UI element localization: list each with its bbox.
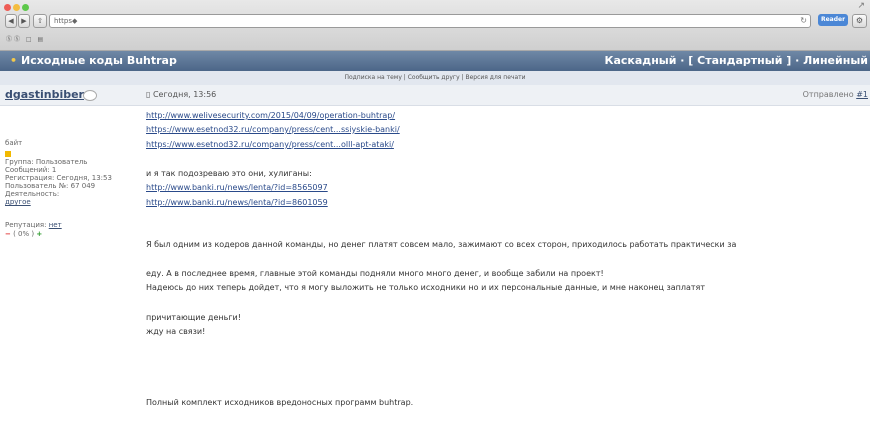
address-text: https◆ bbox=[54, 17, 78, 25]
reputation-label: Репутация: bbox=[5, 221, 49, 229]
topic-header: • Исходные коды Buhtrap Каскадный · [ Ста… bbox=[0, 51, 870, 71]
post-link[interactable]: http://www.banki.ru/news/lenta/?id=86010… bbox=[146, 198, 328, 207]
post-text: Полный комплект исходников вредоносных п… bbox=[146, 398, 414, 407]
post-text: Я был одним из кодеров данной команды, н… bbox=[146, 240, 737, 249]
activity-label: Деятельность: bbox=[5, 190, 60, 198]
user-messages: Сообщений: 1 bbox=[5, 166, 57, 174]
zoom-window-icon[interactable] bbox=[22, 4, 29, 11]
post-text: и я так подозреваю это они, хулиганы: bbox=[146, 169, 312, 178]
post-body: http://www.welivesecurity.com/2015/04/09… bbox=[146, 106, 866, 432]
close-window-icon[interactable] bbox=[4, 4, 11, 11]
post-text: Надеюсь до них теперь дойдет, что я могу… bbox=[146, 283, 706, 292]
post-sent-label: Отправлено #1 bbox=[803, 85, 868, 105]
post-text: причитающие деньги! bbox=[146, 313, 241, 322]
reputation: Репутация: нет − ( 0% ) + bbox=[5, 221, 62, 239]
back-button[interactable]: ◀ bbox=[5, 14, 17, 28]
share-button[interactable]: ⇧ bbox=[33, 14, 47, 28]
topic-bullet-icon: • bbox=[10, 54, 18, 67]
post-link[interactable]: http://www.banki.ru/news/lenta/?id=85650… bbox=[146, 183, 328, 192]
post-date-text: Сегодня, 13:56 bbox=[152, 90, 217, 99]
post-author-bar: dgastinbiber ▯ Сегодня, 13:56 Отправлено… bbox=[0, 85, 870, 106]
chat-bubble-icon[interactable] bbox=[83, 90, 97, 101]
reload-icon[interactable]: ↻ bbox=[800, 15, 807, 27]
sent-label-text: Отправлено bbox=[802, 90, 857, 99]
bookmarks-bar[interactable]: ⓈⓈ □ ▤ bbox=[6, 34, 45, 43]
post-number-link[interactable]: #1 bbox=[856, 90, 868, 99]
topic-title-text: Исходные коды Buhtrap bbox=[21, 54, 177, 67]
author-name-link[interactable]: dgastinbiber bbox=[5, 85, 84, 105]
user-activity: Деятельность: другое bbox=[5, 190, 112, 206]
resize-icon[interactable]: ↗ bbox=[857, 2, 865, 11]
user-stats: Группа: Пользователь Сообщений: 1 Регист… bbox=[5, 158, 112, 206]
author-sidebar: байт Группа: Пользователь Сообщений: 1 Р… bbox=[0, 106, 138, 432]
post-link[interactable]: https://www.esetnod32.ru/company/press/c… bbox=[146, 140, 394, 149]
reputation-plus-button[interactable]: + bbox=[36, 230, 42, 238]
post-link[interactable]: http://www.welivesecurity.com/2015/04/09… bbox=[146, 111, 395, 120]
post-link[interactable]: https://www.esetnod32.ru/company/press/c… bbox=[146, 125, 400, 134]
activity-link[interactable]: другое bbox=[5, 198, 31, 206]
reputation-link[interactable]: нет bbox=[49, 221, 62, 229]
reputation-percent: ( 0% ) bbox=[10, 230, 37, 238]
user-registration: Регистрация: Сегодня, 13:53 bbox=[5, 174, 112, 182]
post-text: жду на связи! bbox=[146, 327, 206, 336]
view-mode-switcher[interactable]: Каскадный · [ Стандартный ] · Линейный bbox=[604, 51, 868, 71]
forum-page: ↗ ◀ ▶ ⇧ https◆ ↻ Reader ⚙ ⓈⓈ □ ▤ • Исходн… bbox=[0, 0, 870, 432]
post-text: еду. А в последнее время, главные этой к… bbox=[146, 269, 604, 278]
rank-pip-icon bbox=[5, 151, 11, 157]
reputation-controls: − ( 0% ) + bbox=[5, 230, 62, 239]
reputation-line: Репутация: нет bbox=[5, 221, 62, 230]
document-icon: ▯ bbox=[146, 90, 153, 99]
topic-options[interactable]: Подписка на тему | Сообщить другу | Верс… bbox=[0, 71, 870, 85]
post-date: ▯ Сегодня, 13:56 bbox=[146, 85, 216, 105]
minimize-window-icon[interactable] bbox=[13, 4, 20, 11]
user-number: Пользователь №: 67 049 bbox=[5, 182, 96, 190]
browser-chrome: ↗ ◀ ▶ ⇧ https◆ ↻ Reader ⚙ ⓈⓈ □ ▤ bbox=[0, 0, 870, 51]
settings-gear-icon[interactable]: ⚙ bbox=[852, 14, 867, 28]
address-bar[interactable]: https◆ ↻ bbox=[49, 14, 811, 28]
reader-button[interactable]: Reader bbox=[818, 14, 848, 26]
topic-title: • Исходные коды Buhtrap bbox=[10, 51, 177, 71]
user-title: байт bbox=[5, 139, 23, 147]
forward-button[interactable]: ▶ bbox=[18, 14, 30, 28]
user-group: Группа: Пользователь bbox=[5, 158, 88, 166]
